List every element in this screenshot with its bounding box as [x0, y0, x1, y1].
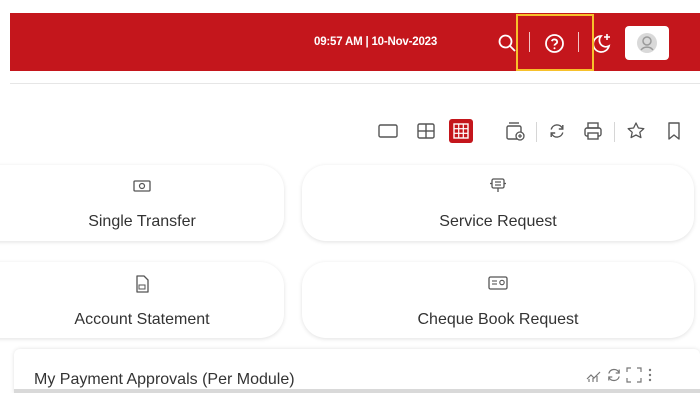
- money-icon: [0, 179, 284, 193]
- favorite-icon[interactable]: [624, 119, 648, 143]
- datetime-display: 09:57 AM | 10-Nov-2023: [314, 36, 438, 48]
- print-icon[interactable]: [581, 119, 605, 143]
- service-request-icon: [302, 176, 694, 194]
- bookmark-icon[interactable]: [662, 119, 686, 143]
- refresh-icon[interactable]: [545, 119, 569, 143]
- quick-link-label: Account Statement: [74, 311, 210, 328]
- quick-link-account-statement[interactable]: Account Statement: [0, 262, 284, 338]
- quick-link-label: Cheque Book Request: [417, 311, 579, 328]
- more-icon[interactable]: [647, 367, 653, 388]
- chart-icon[interactable]: [586, 367, 602, 388]
- payment-approvals-widget: My Payment Approvals (Per Module): [14, 349, 700, 393]
- toolbar-divider: [536, 122, 537, 142]
- quick-link-label: Single Transfer: [88, 213, 196, 230]
- quick-link-label: Service Request: [439, 213, 557, 230]
- add-widget-icon[interactable]: [503, 119, 527, 143]
- refresh-icon[interactable]: [606, 367, 622, 388]
- two-column-layout-icon[interactable]: [414, 119, 438, 143]
- subheader-divider: [10, 83, 700, 84]
- grid-layout-icon[interactable]: [449, 119, 473, 143]
- help-highlight-box: [516, 14, 594, 71]
- quick-link-service-request[interactable]: Service Request: [302, 165, 694, 241]
- toolbar-divider: [614, 122, 615, 142]
- quick-link-single-transfer[interactable]: Single Transfer: [0, 165, 284, 241]
- search-icon[interactable]: [496, 32, 518, 54]
- user-avatar[interactable]: [625, 26, 669, 60]
- widget-bottom-bar: [14, 389, 700, 393]
- cheque-book-icon: [302, 276, 694, 290]
- widget-title: My Payment Approvals (Per Module): [34, 371, 295, 388]
- statement-icon: [0, 275, 284, 293]
- quick-link-cheque-book-request[interactable]: Cheque Book Request: [302, 262, 694, 338]
- single-layout-icon[interactable]: [376, 119, 400, 143]
- user-avatar-icon: [637, 33, 657, 53]
- expand-icon[interactable]: [626, 367, 642, 388]
